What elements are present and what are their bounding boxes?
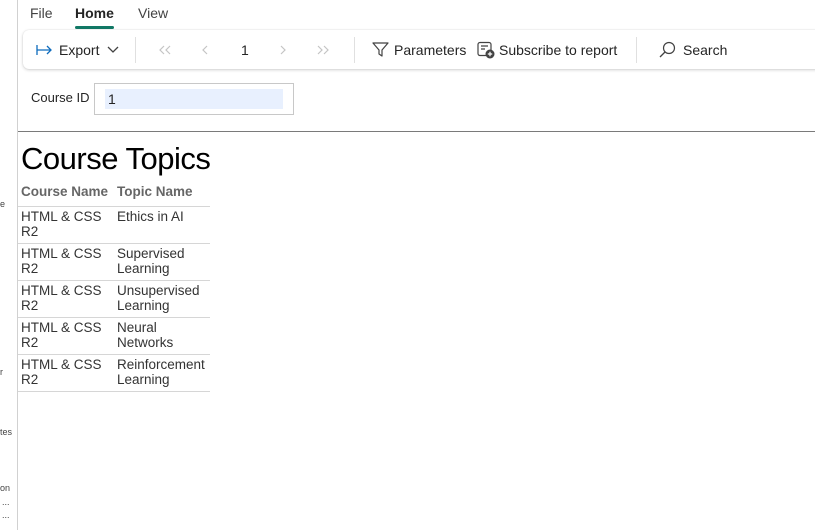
- side-panel-fragment: r: [0, 367, 3, 377]
- side-panel-fragment: ...: [2, 510, 10, 520]
- side-panel-fragment: tes: [0, 427, 13, 437]
- next-page-icon: [279, 45, 287, 55]
- subscribe-icon: [477, 41, 495, 59]
- tab-file[interactable]: File: [30, 5, 53, 21]
- side-panel-fragment: ...: [2, 497, 10, 507]
- table-row: HTML & CSS R2 Supervised Learning: [18, 243, 210, 281]
- course-name-cell: HTML & CSS R2: [18, 280, 114, 318]
- report-toolbar: Export 1 Parameters Subscribe to report …: [23, 30, 815, 69]
- course-name-cell: HTML & CSS R2: [18, 243, 114, 281]
- topic-name-cell: Neural Networks: [114, 317, 210, 355]
- last-page-button[interactable]: [316, 30, 330, 69]
- course-id-input[interactable]: [105, 89, 283, 109]
- export-icon: [36, 44, 54, 56]
- table-row: HTML & CSS R2 Neural Networks: [18, 317, 210, 355]
- topic-name-cell: Supervised Learning: [114, 243, 210, 281]
- table-row: HTML & CSS R2 Ethics in AI: [18, 206, 210, 244]
- page-number[interactable]: 1: [241, 30, 249, 69]
- toolbar-separator: [135, 37, 136, 63]
- table-row: HTML & CSS R2 Reinforcement Learning: [18, 354, 210, 392]
- table-header-row: Course Name Topic Name: [18, 184, 210, 207]
- search-button[interactable]: Search: [659, 30, 727, 69]
- previous-page-icon: [201, 45, 209, 55]
- report-divider: [18, 131, 815, 132]
- parameters-label: Parameters: [394, 41, 467, 58]
- last-page-icon: [316, 45, 330, 55]
- toolbar-separator: [636, 37, 637, 63]
- course-name-cell: HTML & CSS R2: [18, 317, 114, 355]
- export-button[interactable]: Export: [36, 30, 119, 69]
- chevron-down-icon: [107, 46, 119, 54]
- topic-name-cell: Unsupervised Learning: [114, 280, 210, 318]
- active-tab-indicator: [75, 26, 114, 29]
- tab-home[interactable]: Home: [75, 5, 114, 21]
- previous-page-button[interactable]: [201, 30, 209, 69]
- toolbar-separator: [354, 37, 355, 63]
- table-row: HTML & CSS R2 Unsupervised Learning: [18, 280, 210, 318]
- menu-bar: File Home View: [18, 0, 815, 30]
- tab-view[interactable]: View: [138, 5, 168, 21]
- search-label: Search: [683, 41, 728, 58]
- course-name-cell: HTML & CSS R2: [18, 206, 114, 244]
- export-label: Export: [59, 41, 100, 58]
- first-page-button[interactable]: [158, 30, 172, 69]
- course-name-cell: HTML & CSS R2: [18, 354, 114, 392]
- course-id-label: Course ID: [31, 90, 90, 105]
- course-topics-table: Course Name Topic Name HTML & CSS R2 Eth…: [18, 184, 210, 392]
- first-page-icon: [158, 45, 172, 55]
- side-panel-fragment: e: [0, 199, 6, 209]
- topic-name-cell: Ethics in AI: [114, 206, 210, 244]
- topic-name-cell: Reinforcement Learning: [114, 354, 210, 392]
- search-icon: [659, 41, 676, 58]
- course-id-field: [94, 83, 294, 115]
- next-page-button[interactable]: [279, 30, 287, 69]
- side-panel-fragment: on: [0, 483, 11, 493]
- parameters-button[interactable]: Parameters: [372, 30, 466, 69]
- column-header-course-name: Course Name: [21, 184, 109, 199]
- filter-icon: [372, 41, 389, 58]
- subscribe-button[interactable]: Subscribe to report: [477, 30, 617, 69]
- side-panel: e r tes on ... ...: [0, 0, 18, 530]
- report-title: Course Topics: [21, 141, 211, 176]
- subscribe-label: Subscribe to report: [499, 41, 618, 58]
- column-header-topic-name: Topic Name: [117, 184, 193, 199]
